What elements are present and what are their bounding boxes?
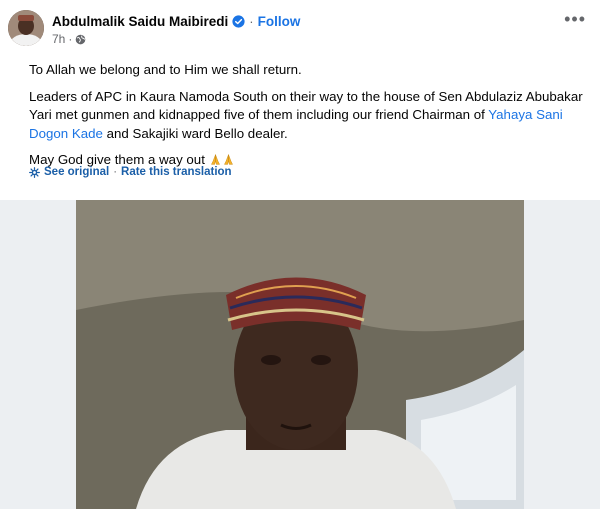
post-paragraph-3-text: May God give them a way out <box>29 152 209 167</box>
globe-icon <box>75 34 86 45</box>
post-timestamp[interactable]: 7h <box>52 32 65 46</box>
more-options-icon[interactable]: ••• <box>564 10 586 28</box>
author-name[interactable]: Abdulmalik Saidu Maibiredi <box>52 14 228 29</box>
post-header: Abdulmalik Saidu Maibiredi · Follow 7h ·… <box>0 0 600 56</box>
author-avatar[interactable] <box>8 10 44 46</box>
post-photo[interactable] <box>76 200 524 509</box>
praying-hands-icon <box>223 154 233 165</box>
author-line: Abdulmalik Saidu Maibiredi · Follow <box>52 12 300 30</box>
translation-separator: · <box>113 166 118 178</box>
translate-gear-icon <box>29 166 40 178</box>
follow-button[interactable]: Follow <box>258 14 301 29</box>
author-separator: · <box>249 13 254 29</box>
avatar-image <box>8 10 44 46</box>
post-body: To Allah we belong and to Him we shall r… <box>29 61 589 178</box>
post-paragraph-1: To Allah we belong and to Him we shall r… <box>29 62 302 77</box>
post-meta: 7h · <box>52 32 86 46</box>
meta-separator: · <box>68 32 73 46</box>
translation-bar: See original · Rate this translation <box>29 166 232 178</box>
verified-badge-icon <box>232 14 245 28</box>
rate-translation-link[interactable]: Rate this translation <box>121 166 232 178</box>
post-paragraph-2-end: and Sakajiki ward Bello dealer. <box>102 125 288 141</box>
post-paragraph-2: Leaders of APC in Kaura Namoda South on … <box>29 88 589 144</box>
praying-hands-icon <box>210 154 220 165</box>
see-original-link[interactable]: See original <box>44 166 109 178</box>
post-photo-container <box>0 200 600 509</box>
